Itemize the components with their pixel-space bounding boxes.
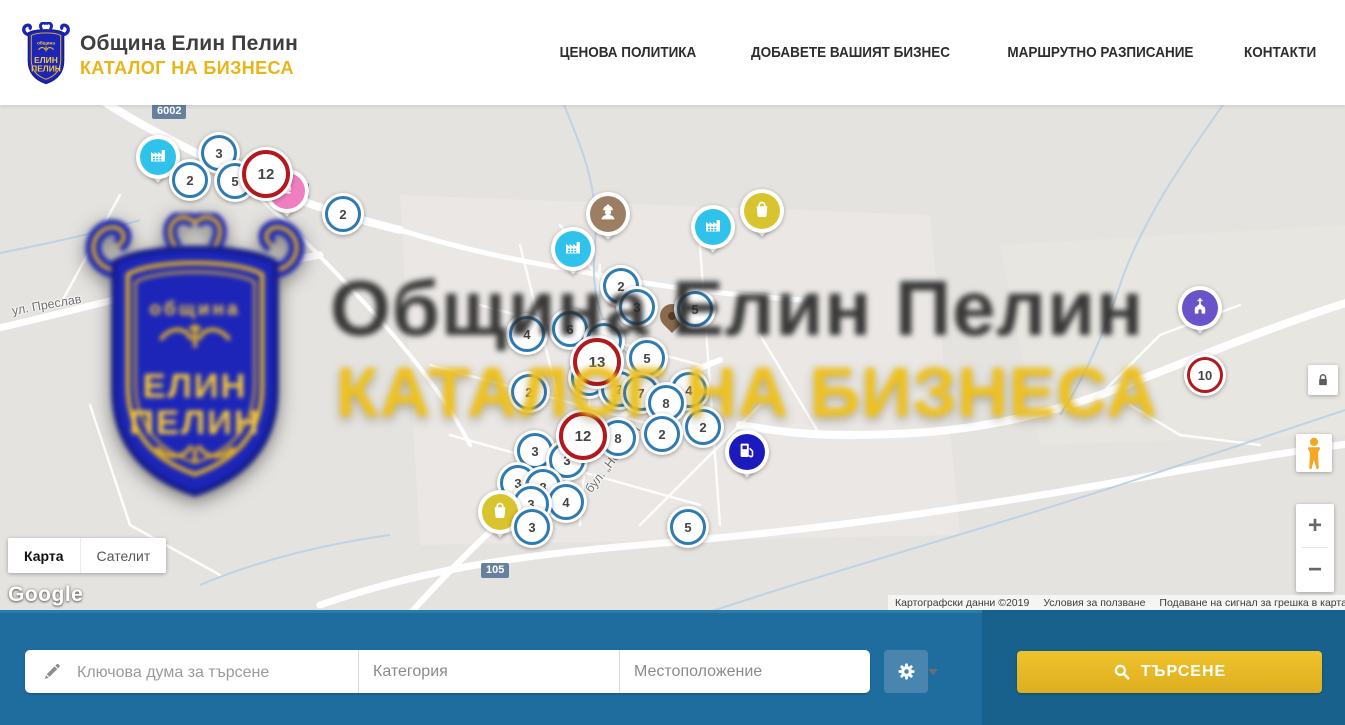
pin-marker-factory[interactable] [690,205,736,267]
search-button[interactable]: ТЪРСЕНЕ [1017,651,1322,693]
map-canvas[interactable]: 3251222354675134227482128233383435106002… [0,105,1345,610]
cluster-marker[interactable]: 4 [506,313,548,355]
search-button-label: ТЪРСЕНЕ [1141,663,1226,681]
markers-layer: 3251222354675134227482128233383435106002… [0,105,1345,610]
lock-control[interactable] [1308,365,1338,395]
lock-icon [1315,372,1331,388]
bag-icon [752,199,772,224]
site-title: Община Елин Пелин [80,32,298,55]
municipality-emblem-icon: община ЕЛИН ПЕЛИН [20,22,72,86]
nav-item-schedule[interactable]: МАРШРУТНО РАЗПИСАНИЕ [1007,44,1193,61]
main-nav: ЦЕНОВА ПОЛИТИКА ДОБАВЕТЕ ВАШИЯТ БИЗНЕС М… [552,0,1320,105]
zoom-out-button[interactable]: − [1296,548,1334,591]
map-attribution: Картографски данни ©2019 Условия за полз… [888,595,1345,610]
attribution-terms-link[interactable]: Условия за ползване [1043,597,1145,609]
search-bar: Категория Местоположение [0,610,1345,725]
map-type-control: Карта Сателит [8,538,166,573]
road-label: 6002 [152,105,186,119]
chevron-down-icon [928,669,938,675]
advanced-search-button[interactable] [884,650,928,693]
google-logo[interactable]: Google [8,583,83,607]
svg-text:ПЕЛИН: ПЕЛИН [31,63,61,73]
factory-icon [703,215,723,240]
site-logo[interactable]: община ЕЛИН ПЕЛИН Община Елин Пелин КАТА… [20,22,298,86]
pin-marker-factory[interactable] [550,227,596,289]
street-view-pegman[interactable] [1296,434,1332,472]
location-select-label: Местоположение [619,663,762,681]
header: община ЕЛИН ПЕЛИН Община Елин Пелин КАТА… [0,0,1345,105]
pin-marker-bag[interactable] [739,189,785,251]
cluster-marker[interactable]: 2 [169,159,211,201]
factory-icon [563,237,583,262]
street-label: ул. Преслав [11,292,83,318]
location-select[interactable]: Местоположение [619,650,870,693]
cluster-marker[interactable]: 10 [1184,354,1226,396]
logo-text: Община Елин Пелин КАТАЛОГ НА БИЗНЕСА [80,32,298,79]
attribution-report-link[interactable]: Подаване на сигнал за грешка в картата [1159,597,1345,609]
road-label: 105 [481,563,509,578]
cluster-marker[interactable]: 12 [239,147,293,201]
cluster-marker[interactable]: 5 [674,288,716,330]
search-icon [1113,663,1131,681]
cluster-marker[interactable]: 3 [511,506,553,548]
pin-marker-fuel[interactable] [724,430,770,492]
factory-icon [148,145,168,170]
nav-item-add-business[interactable]: ДОБАВЕТЕ ВАШИЯТ БИЗНЕС [751,44,950,61]
site-subtitle: КАТАЛОГ НА БИЗНЕСА [80,58,298,79]
cluster-marker[interactable]: 12 [556,409,610,463]
search-controls: Категория Местоположение [25,650,870,693]
pegman-icon [1304,437,1324,470]
gear-icon [897,662,916,681]
cluster-marker[interactable]: 5 [667,506,709,548]
worker-icon [598,202,618,227]
category-select[interactable]: Категория [358,650,619,693]
nav-item-contacts[interactable]: КОНТАКТИ [1244,44,1316,61]
keyword-search-input[interactable] [75,651,349,694]
svg-text:община: община [37,39,55,45]
map-type-map-button[interactable]: Карта [8,538,80,573]
cluster-marker[interactable]: 2 [508,371,550,413]
cluster-marker[interactable]: 3 [616,286,658,328]
cluster-marker[interactable]: 2 [682,406,724,448]
zoom-in-button[interactable]: + [1296,504,1334,547]
pin-marker-church[interactable] [1177,286,1223,348]
category-select-label: Категория [358,663,448,681]
nav-item-pricing[interactable]: ЦЕНОВА ПОЛИТИКА [560,44,697,61]
cluster-marker[interactable]: 2 [641,413,683,455]
bag-icon [490,500,510,525]
cluster-marker[interactable]: 2 [322,193,364,235]
cluster-marker[interactable]: 13 [570,335,624,389]
page: 3251222354675134227482128233383435106002… [0,0,1345,725]
fuel-icon [737,440,757,465]
church-icon [1190,296,1210,321]
attribution-copyright: Картографски данни ©2019 [895,597,1029,609]
map-type-satellite-button[interactable]: Сателит [80,538,167,573]
zoom-control: + − [1296,504,1334,592]
pencil-icon [43,662,62,681]
